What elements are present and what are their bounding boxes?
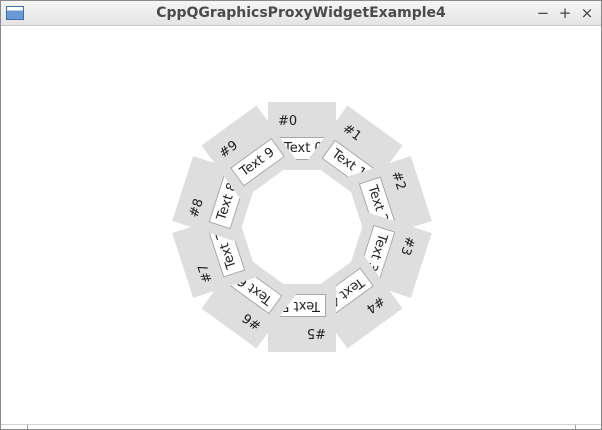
title-bar[interactable]: CppQGraphicsProxyWidgetExample4 − + ×: [1, 1, 601, 26]
widget-number-label: #2: [387, 169, 408, 193]
resize-grip-right[interactable]: [575, 425, 576, 429]
window-title: CppQGraphicsProxyWidgetExample4: [156, 5, 446, 21]
widget-number-label: #8: [187, 196, 208, 220]
widget-number-label: #3: [396, 234, 417, 258]
close-button[interactable]: ×: [578, 4, 596, 22]
widget-number-label: #5: [306, 325, 326, 340]
graphics-scene: #0 Text 0 #1 Text 1 #2 Text 2 #3 Text 3 …: [1, 26, 601, 424]
minimize-button[interactable]: −: [534, 4, 552, 22]
widget-number-label: #1: [340, 121, 365, 145]
widget-number-label: #7: [196, 261, 217, 285]
widget-number-label: #0: [278, 114, 298, 129]
widget-number-label: #4: [363, 292, 388, 316]
maximize-button[interactable]: +: [556, 4, 574, 22]
app-window: CppQGraphicsProxyWidgetExample4 − + × #0…: [0, 0, 602, 430]
status-divider: [1, 424, 601, 425]
widget-number-label: #9: [216, 138, 241, 162]
widget-number-label: #6: [239, 309, 264, 333]
resize-grip-left[interactable]: [27, 425, 28, 429]
